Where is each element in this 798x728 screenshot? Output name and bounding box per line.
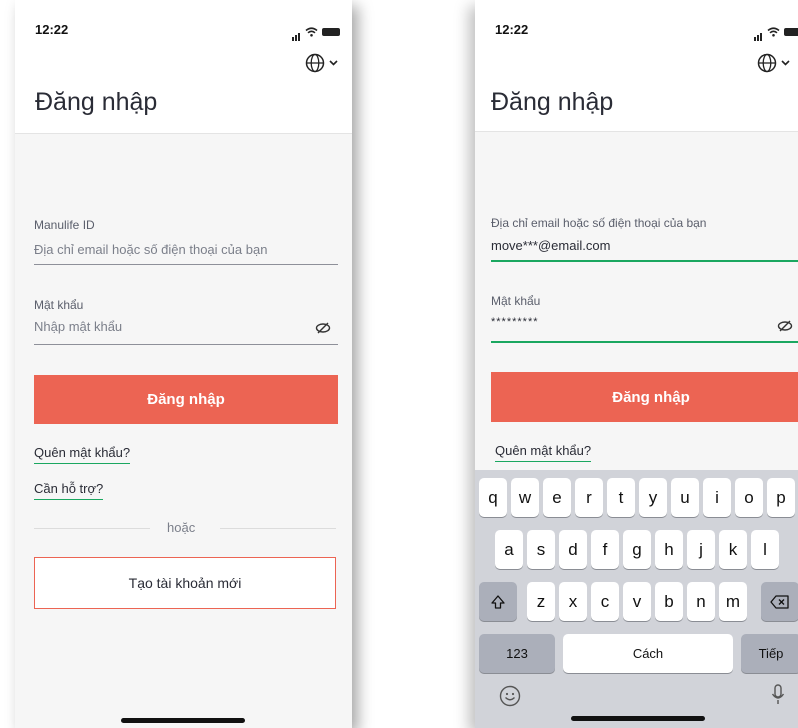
id-input[interactable]: move***@email.com [491,238,610,253]
signal-icon [754,23,763,41]
key-c[interactable]: c [591,582,619,621]
key-t[interactable]: t [607,478,635,517]
battery-icon [784,28,798,36]
forgot-password-link[interactable]: Quên mật khẩu? [34,445,131,464]
key-n[interactable]: n [687,582,715,621]
or-text: hoặc [167,520,196,535]
key-y[interactable]: y [639,478,667,517]
key-q[interactable]: q [479,478,507,517]
status-icons [754,23,798,41]
status-bar: 12:22 [15,0,352,50]
create-account-button[interactable]: Tạo tài khoản mới [34,557,336,609]
page-title: Đăng nhập [491,88,614,116]
password-input[interactable]: Nhập mật khẩu [34,319,122,334]
login-button[interactable]: Đăng nhập [34,375,338,424]
shift-icon [491,594,505,609]
key-i[interactable]: i [703,478,731,517]
microphone-icon[interactable] [771,684,785,706]
space-key[interactable]: Cách [563,634,733,673]
key-o[interactable]: o [735,478,763,517]
key-x[interactable]: x [559,582,587,621]
key-w[interactable]: w [511,478,539,517]
key-a[interactable]: a [495,530,523,569]
globe-icon [757,53,777,73]
key-g[interactable]: g [623,530,651,569]
status-bar: 12:22 [475,0,798,50]
login-screen-empty: 12:22 Đăng nhập Manulife ID Địa chỉ emai… [15,0,352,728]
key-h[interactable]: h [655,530,683,569]
backspace-key[interactable] [761,582,798,621]
key-k[interactable]: k [719,530,747,569]
backspace-icon [770,594,789,609]
wifi-icon [305,27,318,37]
eye-off-icon[interactable] [777,320,793,332]
login-screen-filled: 12:22 Đăng nhập Địa chỉ email hoặc số đi… [475,0,798,728]
eye-off-icon[interactable] [315,322,331,334]
password-label: Mật khẩu [34,298,84,312]
help-link[interactable]: Cần hỗ trợ? [34,481,104,500]
id-label: Manulife ID [34,218,95,232]
emoji-icon[interactable] [499,685,521,707]
onscreen-keyboard: q w e r t y u i o p a s d f g h j k l z … [475,470,798,728]
or-divider-right [220,528,336,529]
battery-icon [322,28,340,36]
key-b[interactable]: b [655,582,683,621]
key-j[interactable]: j [687,530,715,569]
language-selector[interactable] [757,53,790,73]
password-underline [491,341,798,343]
password-input[interactable]: ********* [491,316,539,328]
password-label: Mật khẩu [491,294,541,308]
shift-key[interactable] [479,582,517,621]
login-button[interactable]: Đăng nhập [491,372,798,422]
forgot-password-link[interactable]: Quên mật khẩu? [495,443,592,462]
numbers-key[interactable]: 123 [479,634,555,673]
status-icons [292,23,340,41]
chevron-down-icon [781,60,790,66]
globe-icon [305,53,325,73]
key-l[interactable]: l [751,530,779,569]
key-p[interactable]: p [767,478,795,517]
home-indicator [571,716,705,721]
key-s[interactable]: s [527,530,555,569]
status-time: 12:22 [35,22,69,37]
language-selector[interactable] [305,53,338,73]
or-divider-left [34,528,150,529]
key-r[interactable]: r [575,478,603,517]
key-v[interactable]: v [623,582,651,621]
password-underline [34,344,338,345]
signal-icon [292,23,301,41]
key-e[interactable]: e [543,478,571,517]
key-d[interactable]: d [559,530,587,569]
key-z[interactable]: z [527,582,555,621]
id-label: Địa chỉ email hoặc số điện thoại của bạn [491,216,707,230]
id-input[interactable]: Địa chỉ email hoặc số điện thoại của bạn [34,242,267,257]
chevron-down-icon [329,60,338,66]
form-area: Manulife ID Địa chỉ email hoặc số điện t… [15,134,352,728]
key-m[interactable]: m [719,582,747,621]
home-indicator [121,718,245,723]
key-f[interactable]: f [591,530,619,569]
return-key[interactable]: Tiếp [741,634,798,673]
wifi-icon [767,27,780,37]
page-title: Đăng nhập [35,88,158,116]
key-u[interactable]: u [671,478,699,517]
id-underline [34,264,338,265]
status-time: 12:22 [495,22,529,37]
id-underline [491,260,798,262]
